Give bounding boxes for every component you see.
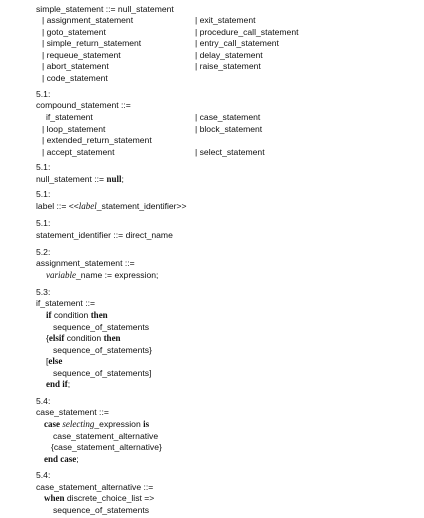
simple-alt-6: | code_statement xyxy=(42,73,108,83)
keyword: else xyxy=(48,356,63,366)
compound-alt-r1: | case_statement xyxy=(195,112,261,122)
rule-text: _name := expression; xyxy=(76,270,159,280)
compound-alt-2: | loop_statement xyxy=(42,124,106,134)
end-case-line: end case; xyxy=(44,454,79,465)
case-alternative-head: case_statement_alternative ::= xyxy=(36,482,154,492)
sequence-line: sequence_of_statements} xyxy=(53,345,152,355)
rule-text: ; xyxy=(67,379,71,389)
when-line: when discrete_choice_list => xyxy=(44,493,154,504)
compound-alt-r2: | block_statement xyxy=(195,124,263,134)
rule-text: condition xyxy=(64,333,104,343)
simple-alt-4: | requeue_statement xyxy=(42,50,121,60)
keyword: is xyxy=(143,419,150,429)
rule-text: ; xyxy=(76,454,79,464)
italic-prefix: variable xyxy=(46,270,76,280)
rule-text: _expression xyxy=(94,419,144,429)
keyword: null xyxy=(106,174,122,184)
alternative-line: {case_statement_alternative} xyxy=(51,442,162,452)
keyword: when xyxy=(44,493,65,503)
keyword: end case xyxy=(44,454,77,464)
compound-alt-1: if_statement xyxy=(46,112,93,122)
grammar-page: simple_statement ::= null_statement | as… xyxy=(0,0,424,518)
case-statement-head: case_statement ::= xyxy=(36,407,109,417)
compound-alt-4: | accept_statement xyxy=(42,147,115,157)
end-if-line: end if; xyxy=(46,379,70,390)
rule-text: _statement_identifier>> xyxy=(96,201,187,211)
else-line: [else xyxy=(46,356,62,367)
statement-identifier-rule: statement_identifier ::= direct_name xyxy=(36,230,173,240)
sequence-line: sequence_of_statements xyxy=(53,322,150,332)
keyword: then xyxy=(103,333,121,343)
section-number: 5.1: xyxy=(36,189,51,199)
italic-prefix: selecting xyxy=(62,419,95,429)
compound-alt-3: | extended_return_statement xyxy=(42,135,152,145)
if-line: if condition then xyxy=(46,310,108,321)
section-number: 5.3: xyxy=(36,287,51,297)
sequence-line: sequence_of_statements] xyxy=(53,368,152,378)
simple-alt-3: | simple_return_statement xyxy=(42,38,142,48)
section-number: 5.4: xyxy=(36,396,51,406)
case-line: case selecting_expression is xyxy=(44,419,149,430)
section-number: 5.4: xyxy=(36,470,51,480)
simple-alt-2: | goto_statement xyxy=(42,27,106,37)
section-number: 5.1: xyxy=(36,89,51,99)
rule-text: condition xyxy=(51,310,91,320)
assignment-statement-head: assignment_statement ::= xyxy=(36,258,135,268)
rule-text: null_statement ::= xyxy=(36,174,107,184)
simple-alt-1: | assignment_statement xyxy=(42,15,134,25)
simple-alt-r5: | raise_statement xyxy=(195,61,261,71)
compound-statement-head: compound_statement ::= xyxy=(36,100,131,110)
simple-alt-r3: | entry_call_statement xyxy=(195,38,279,48)
keyword: elsif xyxy=(48,333,65,343)
keyword: then xyxy=(90,310,108,320)
rule-text: discrete_choice_list => xyxy=(64,493,155,503)
assignment-statement-body: variable_name := expression; xyxy=(46,270,158,281)
rule-text: label ::= << xyxy=(36,201,79,211)
null-statement-rule: null_statement ::= null; xyxy=(36,174,124,185)
simple-alt-r1: | exit_statement xyxy=(195,15,256,25)
if-statement-head: if_statement ::= xyxy=(36,298,95,308)
simple-alt-r4: | delay_statement xyxy=(195,50,263,60)
italic-prefix: label xyxy=(78,201,97,211)
alternative-line: case_statement_alternative xyxy=(53,431,159,441)
sequence-line: sequence_of_statements xyxy=(53,505,150,515)
keyword: end if xyxy=(46,379,68,389)
simple-statement-head: simple_statement ::= null_statement xyxy=(36,4,174,14)
section-number: 5.1: xyxy=(36,162,51,172)
simple-alt-r2: | procedure_call_statement xyxy=(195,27,299,37)
section-number: 5.1: xyxy=(36,218,51,228)
label-rule: label ::= <<label_statement_identifier>> xyxy=(36,201,187,212)
section-number: 5.2: xyxy=(36,247,51,257)
elsif-line: {elsif condition then xyxy=(46,333,121,344)
simple-alt-5: | abort_statement xyxy=(42,61,109,71)
keyword: case xyxy=(44,419,60,429)
compound-alt-r4: | select_statement xyxy=(195,147,265,157)
rule-text: ; xyxy=(121,174,124,184)
